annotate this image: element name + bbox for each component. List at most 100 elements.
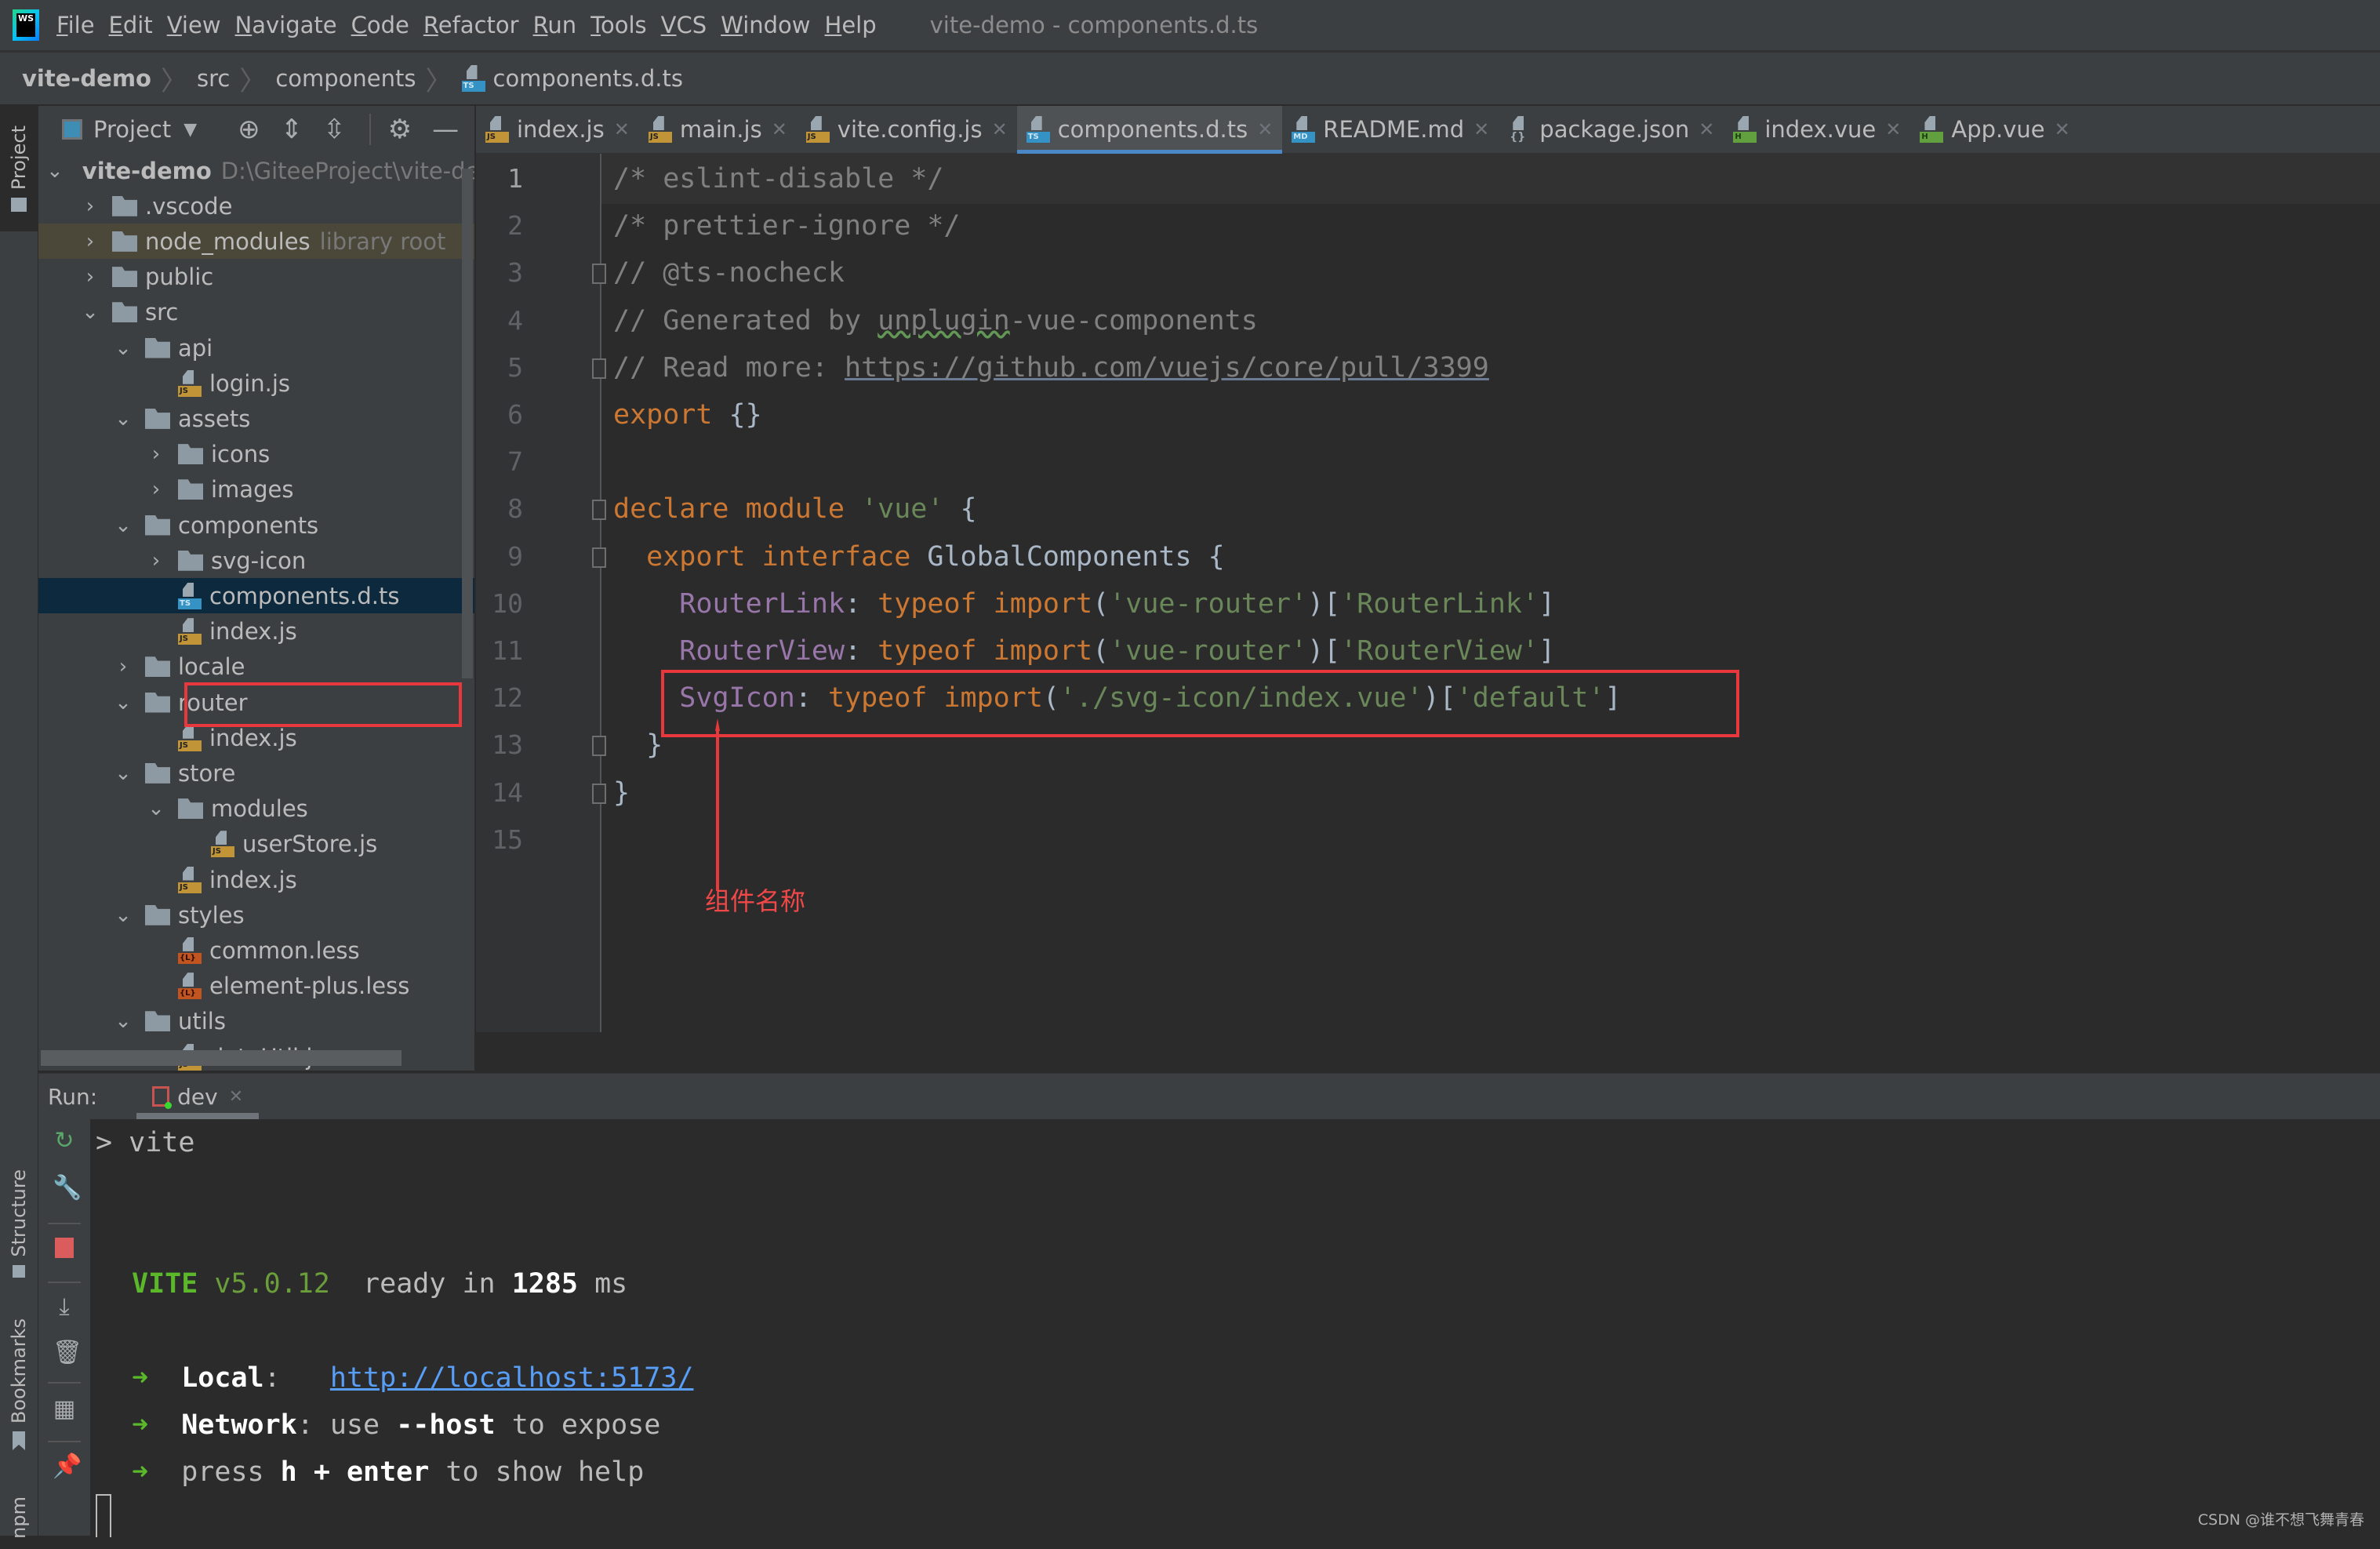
tree-file[interactable]: JS index.js xyxy=(38,614,474,649)
hide-icon[interactable]: — xyxy=(432,114,459,145)
close-icon[interactable]: ✕ xyxy=(2055,118,2070,140)
close-icon[interactable]: ✕ xyxy=(1885,118,1901,140)
editor-tab[interactable]: MD README.md ✕ xyxy=(1282,106,1499,153)
menu-help[interactable]: Help xyxy=(825,12,877,38)
fold-marker-icon[interactable] xyxy=(592,264,606,285)
locate-icon[interactable]: ⊕ xyxy=(238,114,260,145)
chevron-right-icon[interactable]: › xyxy=(145,549,167,573)
collapse-all-icon[interactable]: ⇳ xyxy=(323,114,346,145)
chevron-down-icon[interactable]: ⌄ xyxy=(46,159,64,183)
editor-tab[interactable]: Hindex.vue ✕ xyxy=(1724,106,1910,153)
chevron-down-icon[interactable]: ⌄ xyxy=(145,797,167,820)
menu-run[interactable]: Run xyxy=(533,12,577,38)
tree-folder[interactable]: › locale xyxy=(38,649,474,685)
tree-folder[interactable]: › public xyxy=(38,260,474,295)
editor-tab[interactable]: {} package.json ✕ xyxy=(1499,106,1724,153)
chevron-down-icon[interactable]: ⌄ xyxy=(112,407,134,431)
menu-refactor[interactable]: Refactor xyxy=(423,12,519,38)
editor-tab[interactable]: JS index.js ✕ xyxy=(476,106,639,153)
close-icon[interactable]: ✕ xyxy=(772,118,787,140)
tree-folder[interactable]: › .vscode xyxy=(38,188,474,224)
tree-file[interactable]: {L} element-plus.less xyxy=(38,969,474,1004)
tree-folder[interactable]: › svg-icon xyxy=(38,543,474,578)
chevron-down-icon[interactable]: ⌄ xyxy=(112,904,134,927)
chevron-down-icon[interactable]: ⌄ xyxy=(79,300,101,324)
menu-edit[interactable]: Edit xyxy=(109,12,153,38)
editor-tab[interactable]: TS components.d.ts ✕ xyxy=(1016,106,1283,156)
pin-icon[interactable]: 📌 xyxy=(53,1453,82,1480)
tree-folder[interactable]: › images xyxy=(38,472,474,507)
stripe-tab-npm[interactable]: npm xyxy=(0,1486,38,1549)
menu-code[interactable]: Code xyxy=(351,12,409,38)
fold-marker-icon[interactable] xyxy=(592,500,606,521)
scroll-to-end-icon[interactable]: ⤓ xyxy=(53,1293,76,1321)
run-tab-dev[interactable]: dev ✕ xyxy=(136,1074,260,1119)
tree-file[interactable]: JS index.js xyxy=(38,862,474,897)
stop-icon[interactable] xyxy=(53,1237,76,1264)
tree-file[interactable]: TS components.d.ts xyxy=(38,578,474,614)
close-icon[interactable]: ✕ xyxy=(1257,118,1273,140)
fold-marker-icon[interactable] xyxy=(592,358,606,379)
menu-tools[interactable]: Tools xyxy=(590,12,646,38)
editor-tab[interactable]: H App.vue ✕ xyxy=(1910,106,2079,153)
stripe-tab-bookmarks[interactable]: Bookmarks xyxy=(0,1314,38,1455)
code-editor[interactable]: 1 2 3 4 5 6 7 8 9 10 11 12 13 14 15 /* eslint-disable … xyxy=(476,154,2380,1032)
chevron-right-icon[interactable]: › xyxy=(112,655,134,678)
menu-view[interactable]: View xyxy=(167,12,221,38)
project-view-selector[interactable]: Project xyxy=(93,116,171,143)
tree-file[interactable]: JS userStore.js xyxy=(38,827,474,862)
chevron-down-icon[interactable]: ⌄ xyxy=(112,514,134,537)
menu-navigate[interactable]: Navigate xyxy=(235,12,337,38)
menu-vcs[interactable]: VCS xyxy=(661,12,707,38)
editor-tab[interactable]: JS main.js ✕ xyxy=(639,106,797,153)
menu-file[interactable]: File xyxy=(56,12,95,38)
chevron-right-icon[interactable]: › xyxy=(79,195,101,218)
close-icon[interactable]: ✕ xyxy=(1699,118,1714,140)
gear-icon[interactable]: ⚙ xyxy=(369,114,412,145)
breadcrumb-components[interactable]: components xyxy=(275,65,416,92)
chevron-right-icon[interactable]: › xyxy=(145,478,167,501)
chevron-right-icon[interactable]: › xyxy=(145,442,167,466)
tree-folder[interactable]: › node_modules library root xyxy=(38,224,474,260)
tree-folder[interactable]: ⌄ styles xyxy=(38,897,474,933)
chevron-down-icon[interactable]: ▼ xyxy=(183,120,197,140)
menu-window[interactable]: Window xyxy=(721,12,810,38)
code-link[interactable]: https://github.com/vuejs/core/pull/3399 xyxy=(845,352,1489,384)
rerun-icon[interactable]: ↻ xyxy=(53,1127,76,1154)
tree-folder[interactable]: ⌄ store xyxy=(38,755,474,791)
local-url-link[interactable]: http://localhost:5173/ xyxy=(330,1362,694,1394)
fold-marker-icon[interactable] xyxy=(592,783,606,804)
breadcrumb-file[interactable]: components.d.ts xyxy=(493,65,684,92)
expand-all-icon[interactable]: ⇕ xyxy=(281,114,303,145)
tree-horizontal-scrollbar[interactable] xyxy=(41,1050,402,1066)
editor-tab[interactable]: JS vite.config.js ✕ xyxy=(797,106,1017,153)
fold-marker-icon[interactable] xyxy=(592,547,606,568)
breadcrumb-src[interactable]: src xyxy=(197,65,230,92)
console-input-cursor[interactable] xyxy=(96,1494,111,1537)
run-console[interactable]: > vite VITE v5.0.12 ready in 1285 ms ➜ L… xyxy=(91,1119,2380,1537)
tree-folder[interactable]: ⌄ components xyxy=(38,507,474,543)
wrench-icon[interactable]: 🔧 xyxy=(53,1174,82,1202)
close-icon[interactable]: ✕ xyxy=(1473,118,1489,140)
chevron-down-icon[interactable]: ⌄ xyxy=(112,336,134,360)
tree-folder[interactable]: ⌄ modules xyxy=(38,791,474,827)
layout-icon[interactable]: ▦ xyxy=(53,1395,76,1423)
close-icon[interactable]: ✕ xyxy=(614,118,630,140)
tree-folder[interactable]: ⌄ src xyxy=(38,295,474,330)
breadcrumb-project[interactable]: vite-demo xyxy=(22,65,151,92)
tree-folder[interactable]: ⌄ assets xyxy=(38,401,474,436)
chevron-down-icon[interactable]: ⌄ xyxy=(112,691,134,715)
close-icon[interactable]: ✕ xyxy=(229,1087,243,1107)
chevron-right-icon[interactable]: › xyxy=(79,230,101,253)
tree-vertical-scrollbar[interactable] xyxy=(462,169,473,678)
trash-icon[interactable]: 🗑 xyxy=(53,1339,82,1366)
tree-folder[interactable]: ⌄ api xyxy=(38,330,474,365)
chevron-right-icon[interactable]: › xyxy=(79,265,101,289)
stripe-tab-structure[interactable]: Structure xyxy=(0,1161,38,1286)
tree-folder[interactable]: ⌄ vite-demo D:\GiteeProject\vite-demo xyxy=(38,153,474,188)
tree-file[interactable]: {L} common.less xyxy=(38,933,474,968)
fold-marker-icon[interactable] xyxy=(592,736,606,757)
tree-folder[interactable]: › icons xyxy=(38,437,474,472)
close-icon[interactable]: ✕ xyxy=(992,118,1008,140)
stripe-tab-project[interactable]: Project xyxy=(0,106,38,231)
